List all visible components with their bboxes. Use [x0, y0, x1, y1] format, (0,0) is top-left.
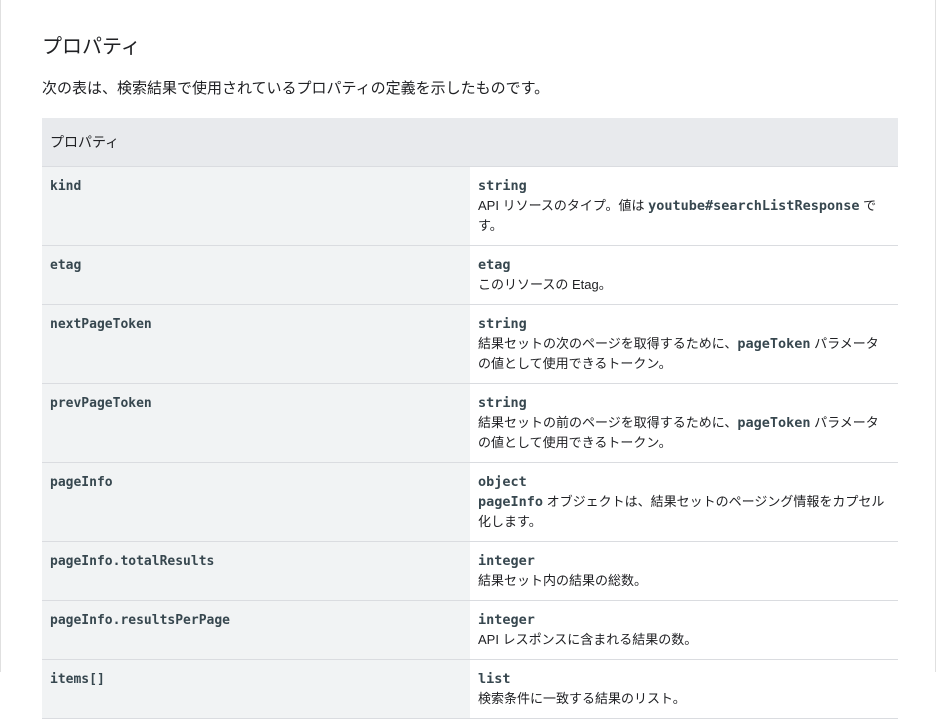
property-name: pageInfo.totalResults	[42, 541, 470, 601]
property-value-cell: integer 結果セット内の結果の総数。	[470, 541, 898, 601]
property-name: pageInfo	[42, 462, 470, 542]
property-type: object	[478, 474, 527, 490]
property-type: string	[478, 178, 527, 194]
property-value-cell: list 検索条件に一致する結果のリスト。	[470, 659, 898, 719]
description-text: API レスポンスに含まれる結果の数。	[478, 632, 698, 647]
table-row: pageInfo.totalResults integer 結果セット内の結果の総数…	[42, 541, 898, 601]
property-description: 結果セット内の結果の総数。	[478, 571, 890, 591]
property-value-cell: integer API レスポンスに含まれる結果の数。	[470, 600, 898, 660]
property-name: nextPageToken	[42, 304, 470, 384]
property-description: API レスポンスに含まれる結果の数。	[478, 630, 890, 650]
table-row: kind string API リソースのタイプ。値は youtube#search…	[42, 166, 898, 246]
inline-code: pageToken	[737, 336, 811, 352]
description-text: 結果セットの次のページを取得するために、	[478, 336, 738, 351]
property-name: pageInfo.resultsPerPage	[42, 600, 470, 660]
table-header-row: プロパティ	[42, 118, 898, 167]
property-description: このリソースの Etag。	[478, 275, 890, 295]
property-name: items[]	[42, 659, 470, 719]
inline-code: pageToken	[737, 415, 811, 431]
section-title: プロパティ	[42, 36, 141, 58]
table-row: etag etag このリソースの Etag。	[42, 245, 898, 305]
description-text: このリソースの Etag。	[478, 277, 612, 292]
property-name: etag	[42, 245, 470, 305]
property-description: API リソースのタイプ。値は youtube#searchListRespon…	[478, 196, 890, 236]
property-type: list	[478, 671, 511, 687]
property-type: integer	[478, 553, 535, 569]
property-description: 結果セットの前のページを取得するために、pageToken パラメータの値として…	[478, 413, 890, 453]
property-value-cell: object pageInfo オブジェクトは、結果セットのページング情報をカプセ…	[470, 462, 898, 542]
property-description: 検索条件に一致する結果のリスト。	[478, 689, 890, 709]
section-description: 次の表は、検索結果で使用されているプロパティの定義を示したものです。	[42, 80, 550, 97]
property-name: kind	[42, 166, 470, 246]
table-row: pageInfo object pageInfo オブジェクトは、結果セットのページ…	[42, 462, 898, 542]
table-row: pageInfo.resultsPerPage integer API レスポンスに…	[42, 600, 898, 660]
property-type: string	[478, 395, 527, 411]
page-frame: プロパティ 次の表は、検索結果で使用されているプロパティの定義を示したものです。…	[0, 0, 936, 719]
table-header: プロパティ	[42, 118, 898, 167]
properties-table: プロパティ kind string API リソースのタイプ。値は youtube#…	[42, 118, 898, 719]
property-value-cell: etag このリソースの Etag。	[470, 245, 898, 305]
property-value-cell: string 結果セットの次のページを取得するために、pageToken パラメー…	[470, 304, 898, 384]
property-description: pageInfo オブジェクトは、結果セットのページング情報をカプセル化します。	[478, 492, 890, 532]
table-row: nextPageToken string 結果セットの次のページを取得するために、p…	[42, 304, 898, 384]
description-text: API リソースのタイプ。値は	[478, 198, 649, 213]
property-name: prevPageToken	[42, 383, 470, 463]
property-value-cell: string 結果セットの前のページを取得するために、pageToken パラメー…	[470, 383, 898, 463]
property-description: 結果セットの次のページを取得するために、pageToken パラメータの値として…	[478, 334, 890, 374]
inline-code: pageInfo	[478, 494, 544, 510]
table-row: items[] list 検索条件に一致する結果のリスト。	[42, 659, 898, 719]
table-row: prevPageToken string 結果セットの前のページを取得するために、p…	[42, 383, 898, 463]
property-type: etag	[478, 257, 511, 273]
property-type: integer	[478, 612, 535, 628]
description-text: 結果セット内の結果の総数。	[478, 573, 648, 588]
table-body: kind string API リソースのタイプ。値は youtube#search…	[42, 166, 898, 719]
inline-code: youtube#searchListResponse	[648, 198, 860, 214]
property-type: string	[478, 316, 527, 332]
description-text: 検索条件に一致する結果のリスト。	[478, 691, 686, 706]
description-text: 結果セットの前のページを取得するために、	[478, 415, 738, 430]
property-value-cell: string API リソースのタイプ。値は youtube#searchList…	[470, 166, 898, 246]
